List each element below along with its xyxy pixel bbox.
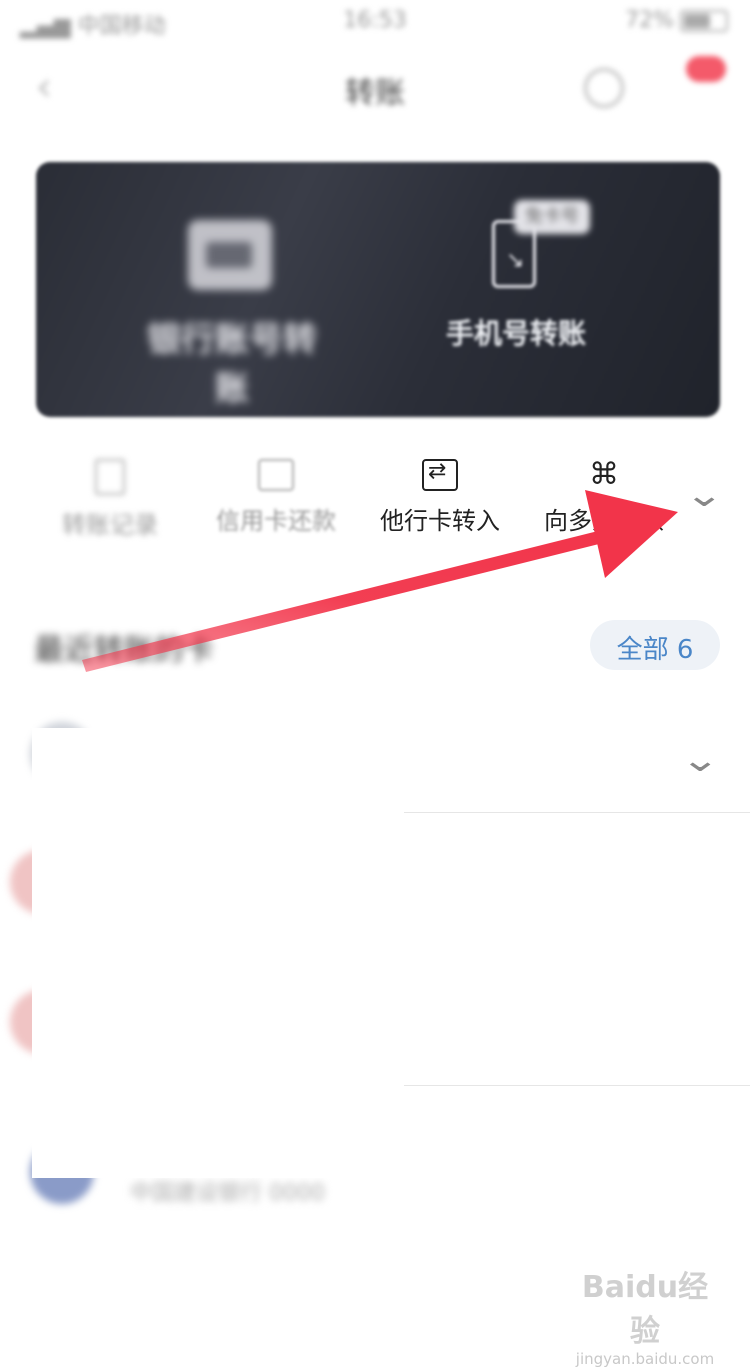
arrow-head [585, 490, 678, 578]
baidu-watermark: Baidu经验 jingyan.baidu.com [570, 1262, 720, 1368]
annotation-arrow [82, 490, 678, 672]
watermark-logo: Baidu经验 [581, 1270, 709, 1349]
arrow-shaft [82, 528, 615, 672]
watermark-url: jingyan.baidu.com [575, 1350, 715, 1368]
